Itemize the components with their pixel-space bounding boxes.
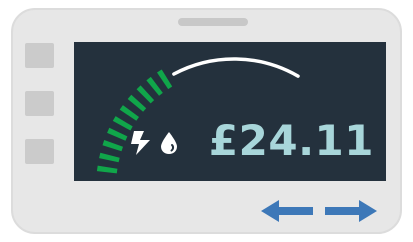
gauge-segment [99,152,120,163]
gauge-segment [127,94,147,112]
side-button-bottom[interactable] [25,139,54,164]
gauge-remaining-arc [172,57,300,78]
smart-meter-display: £24.11 [11,8,402,234]
arrow-left-icon[interactable] [259,198,315,224]
gauge-segment [119,105,139,121]
gauge-segment [136,85,155,104]
gauge-segment [107,127,128,141]
arrow-right-icon[interactable] [323,198,379,224]
water-drop-icon [161,132,177,154]
navigation-arrows [259,198,379,224]
lightning-icon [131,131,150,155]
gauge-segment [102,140,123,152]
side-button-top[interactable] [25,43,54,68]
speaker-grille [178,18,248,26]
gauge-segment [112,116,133,131]
screen: £24.11 [74,42,386,181]
gauge-segment [146,76,163,96]
side-button-middle[interactable] [25,91,54,116]
cost-reading: £24.11 [208,116,374,165]
utility-icons [130,130,178,156]
gauge-segment [157,69,173,90]
gauge-segment [96,165,118,174]
